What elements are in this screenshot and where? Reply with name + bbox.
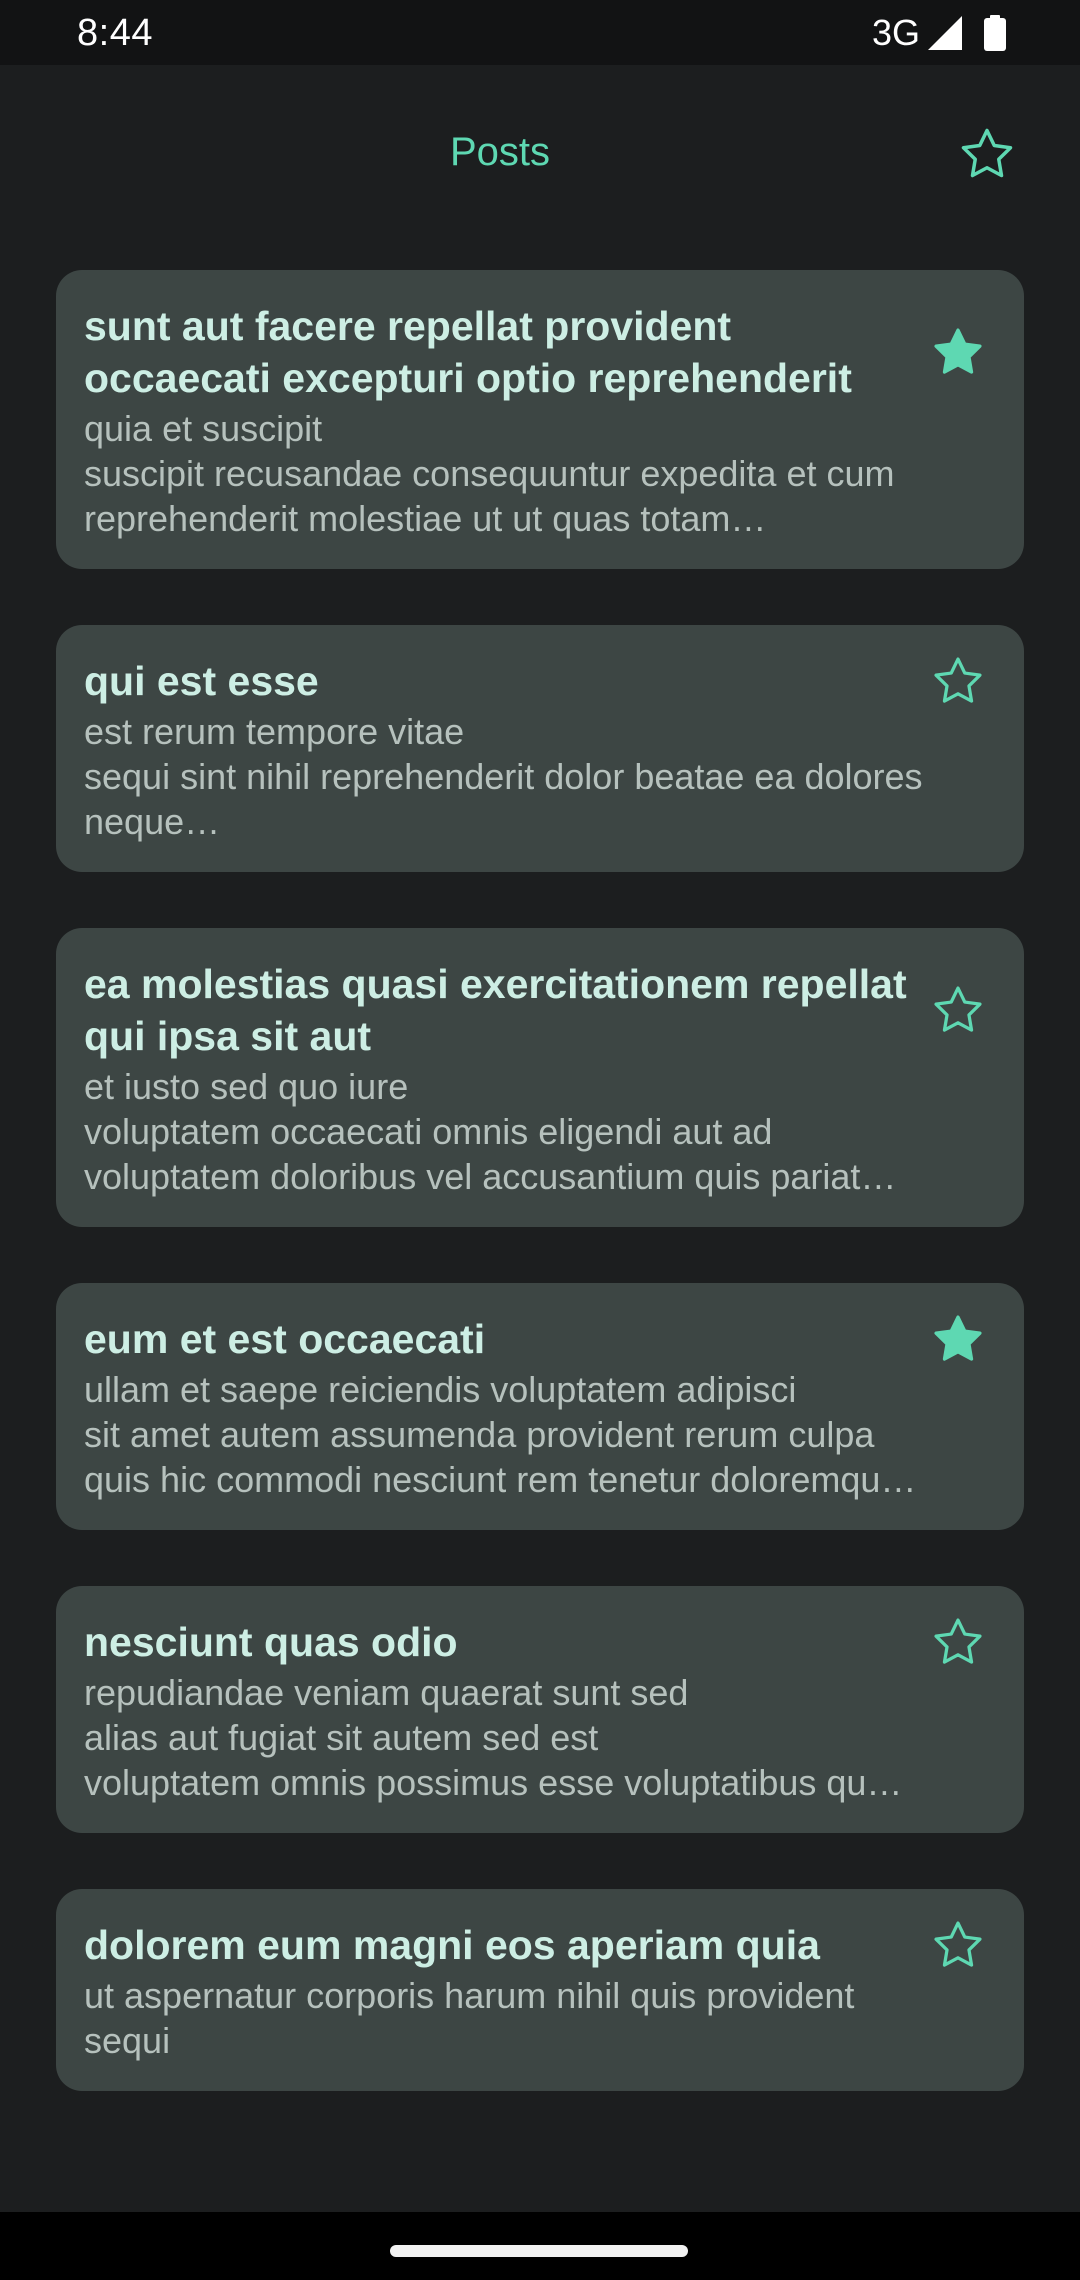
star-filled-icon: [934, 328, 982, 374]
post-body-line: ut aspernatur corporis harum nihil quis …: [84, 1975, 855, 2016]
app-bar: Posts: [0, 65, 1080, 245]
battery-icon: [984, 15, 1006, 51]
status-indicators: 3G: [871, 12, 1006, 53]
favorites-filter-button[interactable]: [957, 124, 1017, 184]
status-bar: 8:44 3G: [0, 0, 1080, 65]
post-body: ullam et saepe reiciendis voluptatem adi…: [84, 1367, 928, 1502]
post-body: ut aspernatur corporis harum nihil quis …: [84, 1973, 928, 2063]
page-title: Posts: [449, 130, 551, 174]
star-filled-icon: [934, 1315, 982, 1361]
post-body-line: repudiandae veniam quaerat sunt sed: [84, 1672, 689, 1713]
post-body-line: neque…: [84, 801, 221, 842]
post-body: et iusto sed quo iure voluptatem occaecat…: [84, 1064, 928, 1199]
post-body-line: voluptatem omnis possimus esse voluptati…: [84, 1762, 903, 1803]
post-body-line: et iusto sed quo iure: [84, 1066, 409, 1107]
post-body-line: quis hic commodi nesciunt rem tenetur do…: [84, 1459, 928, 1500]
post-body-line: quia et suscipit: [84, 408, 323, 449]
post-card[interactable]: eum et est occaecati ullam et saepe reici…: [56, 1283, 1024, 1530]
favorite-button-active[interactable]: [930, 1311, 986, 1367]
favorite-button[interactable]: [930, 982, 986, 1038]
star-outline-icon: [934, 1921, 982, 1967]
post-body-line: sequi: [84, 2020, 171, 2061]
post-card[interactable]: ea molestias quasi exercitationem repell…: [56, 928, 1024, 1227]
star-outline-icon: [934, 657, 982, 703]
status-time: 8:44: [77, 12, 153, 54]
post-body: repudiandae veniam quaerat sunt sed alias…: [84, 1670, 928, 1805]
signal-strength-icon: [928, 16, 964, 50]
post-list[interactable]: sunt aut facere repellat provident occae…: [56, 270, 1024, 2185]
post-card[interactable]: nesciunt quas odio repudiandae veniam qua…: [56, 1586, 1024, 1833]
post-card[interactable]: dolorem eum magni eos aperiam quia ut asp…: [56, 1889, 1024, 2091]
home-gesture-handle[interactable]: [390, 2245, 688, 2257]
post-body: est rerum tempore vitae sequi sint nihil …: [84, 709, 928, 844]
post-body-line: est rerum tempore vitae: [84, 711, 465, 752]
post-body-line: voluptatem doloribus vel accusantium qui…: [84, 1156, 897, 1197]
post-body-line: sequi sint nihil reprehenderit dolor bea…: [84, 756, 923, 797]
post-title: sunt aut facere repellat provident occae…: [84, 303, 852, 401]
post-title: eum et est occaecati: [84, 1316, 486, 1362]
network-type-label: 3G: [871, 12, 920, 53]
post-body: quia et suscipit suscipit recusandae cons…: [84, 406, 928, 541]
post-body-line: alias aut fugiat sit autem sed est: [84, 1717, 599, 1758]
post-title: dolorem eum magni eos aperiam quia: [84, 1922, 820, 1968]
post-card[interactable]: qui est esse est rerum tempore vitae sequi…: [56, 625, 1024, 872]
post-title: qui est esse: [84, 658, 319, 704]
navigation-bar: [0, 2212, 1080, 2280]
favorite-button[interactable]: [930, 1917, 986, 1973]
post-body-line: voluptatem occaecati omnis eligendi aut …: [84, 1111, 773, 1152]
favorite-button-active[interactable]: [930, 324, 986, 380]
post-body-line: ullam et saepe reiciendis voluptatem adi…: [84, 1369, 797, 1410]
post-card[interactable]: sunt aut facere repellat provident occae…: [56, 270, 1024, 569]
favorite-button[interactable]: [930, 653, 986, 709]
star-outline-icon: [934, 986, 982, 1032]
post-title: nesciunt quas odio: [84, 1619, 458, 1665]
star-outline-icon: [934, 1618, 982, 1664]
favorite-button[interactable]: [930, 1614, 986, 1670]
post-body-line: sit amet autem assumenda provident rerum…: [84, 1414, 875, 1455]
star-outline-icon: [961, 128, 1013, 178]
post-body-line: suscipit recusandae consequuntur expedit…: [84, 453, 895, 494]
post-body-line: reprehenderit molestiae ut ut quas totam…: [84, 498, 767, 539]
post-title: ea molestias quasi exercitationem repell…: [84, 961, 907, 1059]
